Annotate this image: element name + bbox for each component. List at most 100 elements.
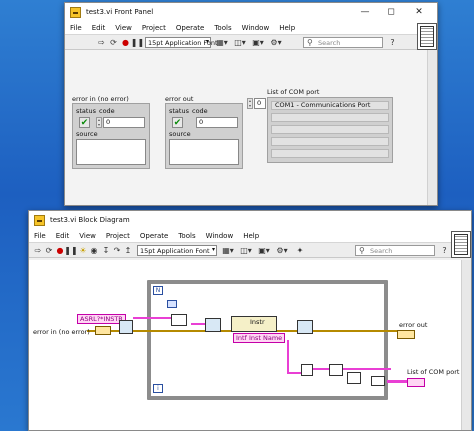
com-list-label: List of COM port (267, 88, 320, 96)
visa-find-resource-node[interactable] (119, 320, 133, 334)
block-diagram-vertical-scrollbar[interactable] (461, 260, 471, 430)
step-into-icon[interactable]: ↧ (101, 245, 111, 256)
front-panel-titlebar[interactable]: test3.vi Front Panel — ◻ ✕ (65, 3, 437, 21)
com-list-terminal-label: List of COM port (407, 368, 460, 376)
menu-view[interactable]: View (74, 232, 101, 240)
concatenate-string-node[interactable] (301, 364, 313, 376)
menu-view[interactable]: View (110, 24, 137, 32)
search-box[interactable]: ⚲ Search (355, 245, 435, 256)
resize-objects-icon[interactable]: ▣▾ (251, 37, 265, 48)
string-wire[interactable] (287, 340, 289, 372)
close-icon[interactable]: ✕ (407, 3, 431, 21)
front-panel-window[interactable]: test3.vi Front Panel — ◻ ✕ File Edit Vie… (64, 2, 438, 206)
error-out-status-label: status (169, 107, 189, 115)
error-in-status-check-icon[interactable]: ✔ (79, 117, 90, 128)
menu-help[interactable]: Help (238, 232, 264, 240)
menu-file[interactable]: File (29, 232, 51, 240)
intf-inst-name-property[interactable]: Intf Inst Name (233, 333, 286, 343)
error-in-status-label: status (76, 107, 96, 115)
retain-wire-values-icon[interactable]: ◉ (89, 245, 99, 256)
menu-window[interactable]: Window (201, 232, 239, 240)
resize-objects-icon[interactable]: ▣▾ (257, 245, 271, 256)
vi-icon[interactable] (451, 231, 471, 258)
com-list-array[interactable]: COM1 - Communications Port (267, 97, 393, 163)
run-continuously-icon[interactable]: ⟳ (44, 245, 54, 256)
font-selector[interactable]: 15pt Application Font ▾ (145, 37, 218, 48)
block-diagram-window[interactable]: test3.vi Block Diagram File Edit View Pr… (28, 210, 472, 431)
step-out-icon[interactable]: ↥ (123, 245, 133, 256)
distribute-objects-icon[interactable]: ◫▾ (239, 245, 253, 256)
error-out-terminal[interactable] (397, 330, 415, 339)
menu-edit[interactable]: Edit (87, 24, 111, 32)
index-array-node-2[interactable] (347, 372, 361, 384)
align-objects-icon[interactable]: ▦▾ (215, 37, 229, 48)
run-arrow-icon[interactable]: ⇨ (33, 245, 43, 256)
error-in-code-stepper[interactable] (96, 117, 102, 128)
search-placeholder: Search (318, 38, 341, 47)
error-out-source-label: source (169, 130, 191, 138)
com-list-index-field[interactable]: 0 (254, 98, 266, 109)
com-list-item (271, 125, 389, 134)
build-array-node[interactable] (329, 364, 343, 376)
visa-close-node[interactable] (297, 320, 313, 334)
error-in-cluster[interactable]: status code ✔ 0 source (72, 103, 150, 169)
pause-icon[interactable]: ❚❚ (131, 37, 144, 48)
string-function-node[interactable] (371, 376, 385, 386)
abort-icon[interactable]: ● (120, 37, 131, 48)
font-selector[interactable]: 15pt Application Font ▾ (137, 245, 217, 256)
reorder-icon[interactable]: ⚙▾ (269, 37, 283, 48)
menu-tools[interactable]: Tools (209, 24, 236, 32)
index-array-node[interactable] (171, 314, 187, 326)
com-list-item: COM1 - Communications Port (271, 101, 389, 110)
loop-iteration-terminal[interactable]: i (153, 384, 163, 393)
front-panel-vertical-scrollbar[interactable] (427, 50, 437, 205)
run-continuously-icon[interactable]: ⟳ (108, 37, 119, 48)
menu-tools[interactable]: Tools (173, 232, 200, 240)
front-panel-title: test3.vi Front Panel (86, 8, 154, 16)
block-diagram-titlebar[interactable]: test3.vi Block Diagram (29, 211, 471, 229)
menu-project[interactable]: Project (101, 232, 135, 240)
pause-icon[interactable]: ❚❚ (64, 245, 77, 256)
menu-project[interactable]: Project (137, 24, 171, 32)
menu-operate[interactable]: Operate (171, 24, 209, 32)
error-out-code-field: 0 (196, 117, 238, 128)
error-out-cluster[interactable]: status code ✔ 0 source (165, 103, 243, 169)
help-icon[interactable]: ? (439, 245, 450, 256)
run-arrow-icon[interactable]: ⇨ (96, 37, 107, 48)
loop-count-label: N (155, 287, 161, 294)
menu-edit[interactable]: Edit (51, 232, 75, 240)
string-wire[interactable] (287, 372, 301, 374)
menu-window[interactable]: Window (237, 24, 275, 32)
error-out-label: error out (165, 95, 194, 103)
constant-zero[interactable] (167, 300, 177, 308)
minimize-icon[interactable]: — (353, 3, 377, 21)
visa-open-node[interactable] (205, 318, 221, 332)
loop-count-terminal[interactable]: N (153, 286, 163, 295)
font-selector-value: 15pt Application Font (140, 246, 210, 255)
help-icon[interactable]: ? (387, 37, 398, 48)
com-list-index-stepper[interactable] (247, 98, 253, 109)
highlight-execution-icon[interactable]: ☀ (78, 245, 88, 256)
search-icon: ⚲ (307, 38, 313, 47)
clean-up-diagram-icon[interactable]: ✦ (293, 245, 307, 256)
string-wire[interactable] (311, 368, 391, 370)
instr-property-node[interactable]: Instr (231, 316, 277, 332)
com-list-item (271, 149, 389, 158)
error-in-code-field[interactable]: 0 (103, 117, 145, 128)
step-over-icon[interactable]: ↷ (112, 245, 122, 256)
error-in-source-field[interactable] (76, 139, 146, 165)
maximize-icon[interactable]: ◻ (379, 3, 403, 21)
vi-icon[interactable] (417, 23, 437, 50)
error-in-terminal[interactable] (95, 326, 111, 335)
string-wire[interactable] (133, 317, 149, 319)
search-box[interactable]: ⚲ Search (303, 37, 383, 48)
reorder-icon[interactable]: ⚙▾ (275, 245, 289, 256)
distribute-objects-icon[interactable]: ◫▾ (233, 37, 247, 48)
string-wire[interactable] (149, 317, 171, 319)
menu-operate[interactable]: Operate (135, 232, 173, 240)
dropdown-arrow-icon: ▾ (211, 246, 215, 253)
menu-file[interactable]: File (65, 24, 87, 32)
menu-help[interactable]: Help (274, 24, 300, 32)
com-list-terminal[interactable] (407, 378, 425, 387)
align-objects-icon[interactable]: ▦▾ (221, 245, 235, 256)
